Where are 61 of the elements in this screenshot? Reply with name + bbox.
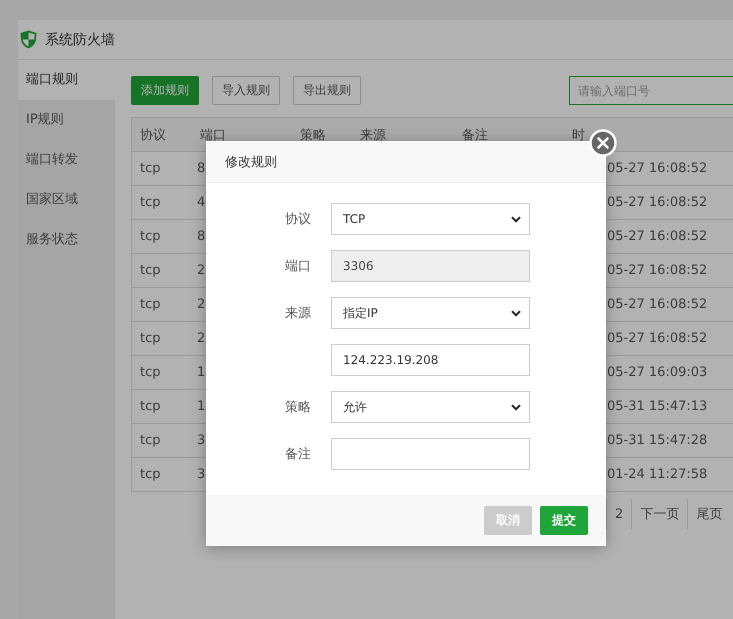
column-header: 策略 bbox=[299, 126, 326, 144]
table-cell-text: 05-27 16:08:52 bbox=[607, 331, 708, 346]
sidebar-item[interactable]: 服务状态 bbox=[18, 220, 115, 260]
table-cell-text: 4 bbox=[196, 195, 206, 210]
input-field[interactable] bbox=[331, 438, 530, 470]
column-header: 时 bbox=[571, 126, 585, 144]
field-label: 协议 bbox=[285, 212, 311, 227]
sidebar-item[interactable]: 端口转发 bbox=[18, 140, 115, 180]
table-cell-text: 8 bbox=[196, 229, 206, 244]
table-cell-text: 05-27 16:08:52 bbox=[607, 195, 708, 210]
table-cell-text: 05-27 16:09:03 bbox=[607, 365, 708, 380]
table-cell-text: 05-27 16:08:52 bbox=[607, 161, 708, 176]
table-cell-text: 8 bbox=[196, 161, 206, 176]
table-cell-text: tcp bbox=[139, 365, 162, 380]
dialog-title: 修改规则 bbox=[225, 154, 277, 170]
select-field[interactable]: 指定IP bbox=[331, 297, 530, 329]
column-header: 来源 bbox=[359, 126, 386, 144]
sidebar-item[interactable]: IP规则 bbox=[18, 100, 115, 140]
table-cell-text: tcp bbox=[139, 433, 162, 448]
table-cell-text: 01-24 11:27:58 bbox=[607, 467, 708, 482]
submit-button[interactable]: 提交 bbox=[540, 506, 588, 535]
chevron-down-icon bbox=[511, 310, 521, 316]
table-cell-text: 05-27 16:08:52 bbox=[607, 297, 708, 312]
table-cell-text: tcp bbox=[139, 399, 162, 414]
sidebar-item[interactable]: 端口规则 bbox=[18, 60, 115, 100]
table-cell-text: tcp bbox=[139, 161, 162, 176]
add-button[interactable]: 添加规则 bbox=[131, 76, 199, 105]
table-cell-text: 2 bbox=[196, 297, 206, 312]
table-cell-text: tcp bbox=[139, 229, 162, 244]
select-field[interactable]: 允许 bbox=[331, 391, 530, 423]
toolbar-button[interactable]: 导出规则 bbox=[293, 76, 361, 105]
table-cell-text: 2 bbox=[196, 263, 206, 278]
chevron-down-icon bbox=[511, 216, 521, 222]
toolbar-button[interactable]: 导入规则 bbox=[212, 76, 280, 105]
table-cell-text: 05-27 16:08:52 bbox=[607, 263, 708, 278]
table-cell-text: tcp bbox=[139, 331, 162, 346]
table-cell-text: tcp bbox=[139, 467, 162, 482]
select-field[interactable]: TCP bbox=[331, 203, 530, 235]
table-cell-text: 2 bbox=[196, 331, 206, 346]
window-title: 系统防火墙 bbox=[45, 30, 115, 48]
table-cell-text: tcp bbox=[139, 195, 162, 210]
chevron-down-icon bbox=[511, 404, 521, 410]
input-field[interactable]: 124.223.19.208 bbox=[331, 344, 530, 376]
search-field[interactable]: 请输入端口号 bbox=[569, 76, 733, 105]
table-cell-text: tcp bbox=[139, 297, 162, 312]
field-label: 策略 bbox=[285, 400, 311, 415]
column-header: 端口 bbox=[199, 126, 226, 144]
table-cell-text: tcp bbox=[139, 263, 162, 278]
table-cell-text: 05-31 15:47:13 bbox=[607, 399, 708, 414]
field-label: 备注 bbox=[285, 447, 311, 462]
table-cell-text: 3 bbox=[196, 433, 206, 448]
table-cell-text: 1 bbox=[196, 365, 206, 380]
field-label: 端口 bbox=[285, 259, 311, 274]
sidebar-item[interactable]: 国家区域 bbox=[18, 180, 115, 220]
column-header: 备注 bbox=[461, 126, 488, 144]
table-cell-text: 3 bbox=[196, 467, 206, 482]
table-cell-text: 05-31 15:47:28 bbox=[607, 433, 708, 448]
column-header: 协议 bbox=[139, 126, 166, 144]
table-cell-text: 1 bbox=[196, 399, 206, 414]
table-cell-text: 05-27 16:08:52 bbox=[607, 229, 708, 244]
field-label: 来源 bbox=[285, 306, 311, 321]
